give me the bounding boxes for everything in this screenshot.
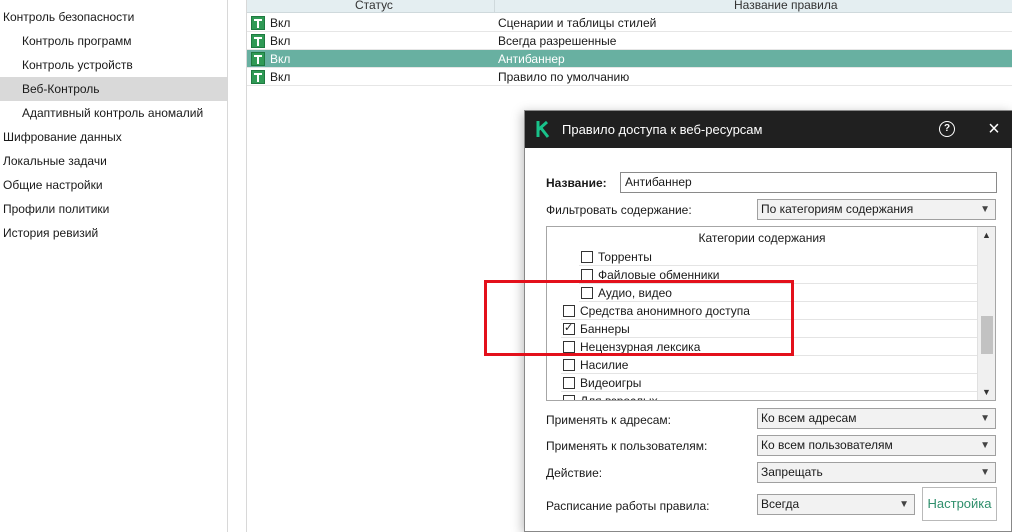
- dialog-title: Правило доступа к веб-ресурсам: [562, 122, 763, 137]
- tree-item[interactable]: Веб-Контроль: [0, 77, 227, 101]
- rule-status: Вкл: [270, 52, 291, 66]
- category-label: Насилие: [580, 358, 629, 372]
- tree-item[interactable]: Контроль безопасности: [0, 5, 227, 29]
- apply-addresses-select[interactable]: Ко всем адресам ▼: [757, 408, 996, 429]
- rules-table-header: Статус Название правила: [247, 0, 1012, 13]
- chevron-down-icon: ▼: [980, 204, 990, 215]
- chevron-down-icon: ▼: [980, 413, 990, 424]
- dialog-title-bar: Правило доступа к веб-ресурсам ? ×: [525, 111, 1012, 148]
- rule-name: Правило по умолчанию: [498, 70, 630, 84]
- tree-item[interactable]: Шифрование данных: [0, 125, 227, 149]
- schedule-label: Расписание работы правила:: [546, 499, 710, 513]
- rule-name-column-header[interactable]: Название правила: [734, 0, 838, 12]
- kaspersky-logo-icon: [536, 120, 550, 138]
- column-separator[interactable]: [494, 0, 495, 13]
- action-select[interactable]: Запрещать ▼: [757, 462, 996, 483]
- rule-status: Вкл: [270, 16, 291, 30]
- tree-item[interactable]: Общие настройки: [0, 173, 227, 197]
- tree-item[interactable]: Контроль устройств: [0, 53, 227, 77]
- schedule-value: Всегда: [761, 497, 800, 511]
- categories-scrollbar[interactable]: ▲ ▼: [977, 227, 995, 400]
- rule-status: Вкл: [270, 34, 291, 48]
- policy-sections-tree: Контроль безопасности Контроль программ Ко…: [0, 0, 228, 532]
- apply-users-value: Ко всем пользователям: [761, 438, 893, 452]
- checkbox-unchecked[interactable]: [563, 359, 575, 371]
- tree-item[interactable]: Профили политики: [0, 197, 227, 221]
- scroll-up-icon[interactable]: ▲: [978, 227, 995, 243]
- rule-status: Вкл: [270, 70, 291, 84]
- rule-name: Всегда разрешенные: [498, 34, 617, 48]
- toggle-on-icon[interactable]: [251, 70, 265, 84]
- checkbox-unchecked[interactable]: [563, 395, 575, 400]
- schedule-settings-button[interactable]: Настройка: [922, 487, 997, 521]
- tree-item[interactable]: Локальные задачи: [0, 149, 227, 173]
- policy-window: Контроль безопасности Контроль программ Ко…: [0, 0, 1012, 532]
- rule-name: Сценарии и таблицы стилей: [498, 16, 657, 30]
- categories-header: Категории содержания: [698, 231, 826, 245]
- tree-item[interactable]: Адаптивный контроль аномалий: [0, 101, 227, 125]
- scroll-down-icon[interactable]: ▼: [978, 384, 995, 400]
- schedule-select[interactable]: Всегда ▼: [757, 494, 915, 515]
- apply-addresses-value: Ко всем адресам: [761, 411, 857, 425]
- category-label: Для взрослых: [580, 394, 658, 401]
- rule-row[interactable]: Вкл Правило по умолчанию: [247, 68, 1012, 86]
- apply-users-select[interactable]: Ко всем пользователям ▼: [757, 435, 996, 456]
- close-icon[interactable]: ×: [985, 119, 1003, 139]
- category-row[interactable]: Торренты: [579, 248, 977, 266]
- checkbox-unchecked[interactable]: [563, 377, 575, 389]
- chevron-down-icon: ▼: [899, 499, 909, 510]
- category-row[interactable]: Насилие: [561, 356, 977, 374]
- help-icon[interactable]: ?: [939, 121, 955, 137]
- filter-content-value: По категориям содержания: [761, 202, 914, 216]
- filter-content-label: Фильтровать содержание:: [546, 203, 692, 217]
- status-column-header[interactable]: Статус: [355, 0, 393, 12]
- scrollbar-thumb[interactable]: [981, 316, 993, 354]
- rule-name-input[interactable]: Антибаннер: [620, 172, 997, 193]
- rule-name: Антибаннер: [498, 52, 565, 66]
- chevron-down-icon: ▼: [980, 440, 990, 451]
- category-row[interactable]: Видеоигры: [561, 374, 977, 392]
- filter-content-select[interactable]: По категориям содержания ▼: [757, 199, 996, 220]
- toggle-on-icon[interactable]: [251, 16, 265, 30]
- checkbox-unchecked[interactable]: [581, 251, 593, 263]
- toggle-on-icon[interactable]: [251, 52, 265, 66]
- highlight-frame: [484, 280, 794, 356]
- rule-row[interactable]: Вкл Сценарии и таблицы стилей: [247, 14, 1012, 32]
- toggle-on-icon[interactable]: [251, 34, 265, 48]
- category-row[interactable]: Для взрослых: [561, 392, 977, 401]
- name-label: Название:: [546, 176, 607, 190]
- rule-row[interactable]: Вкл Всегда разрешенные: [247, 32, 1012, 50]
- category-label: Торренты: [598, 250, 652, 264]
- apply-addresses-label: Применять к адресам:: [546, 413, 671, 427]
- tree-item[interactable]: Контроль программ: [0, 29, 227, 53]
- category-label: Видеоигры: [580, 376, 642, 390]
- action-label: Действие:: [546, 466, 603, 480]
- action-value: Запрещать: [761, 465, 823, 479]
- apply-users-label: Применять к пользователям:: [546, 439, 708, 453]
- rule-row[interactable]: Вкл Антибаннер: [247, 50, 1012, 68]
- chevron-down-icon: ▼: [980, 467, 990, 478]
- tree-item[interactable]: История ревизий: [0, 221, 227, 245]
